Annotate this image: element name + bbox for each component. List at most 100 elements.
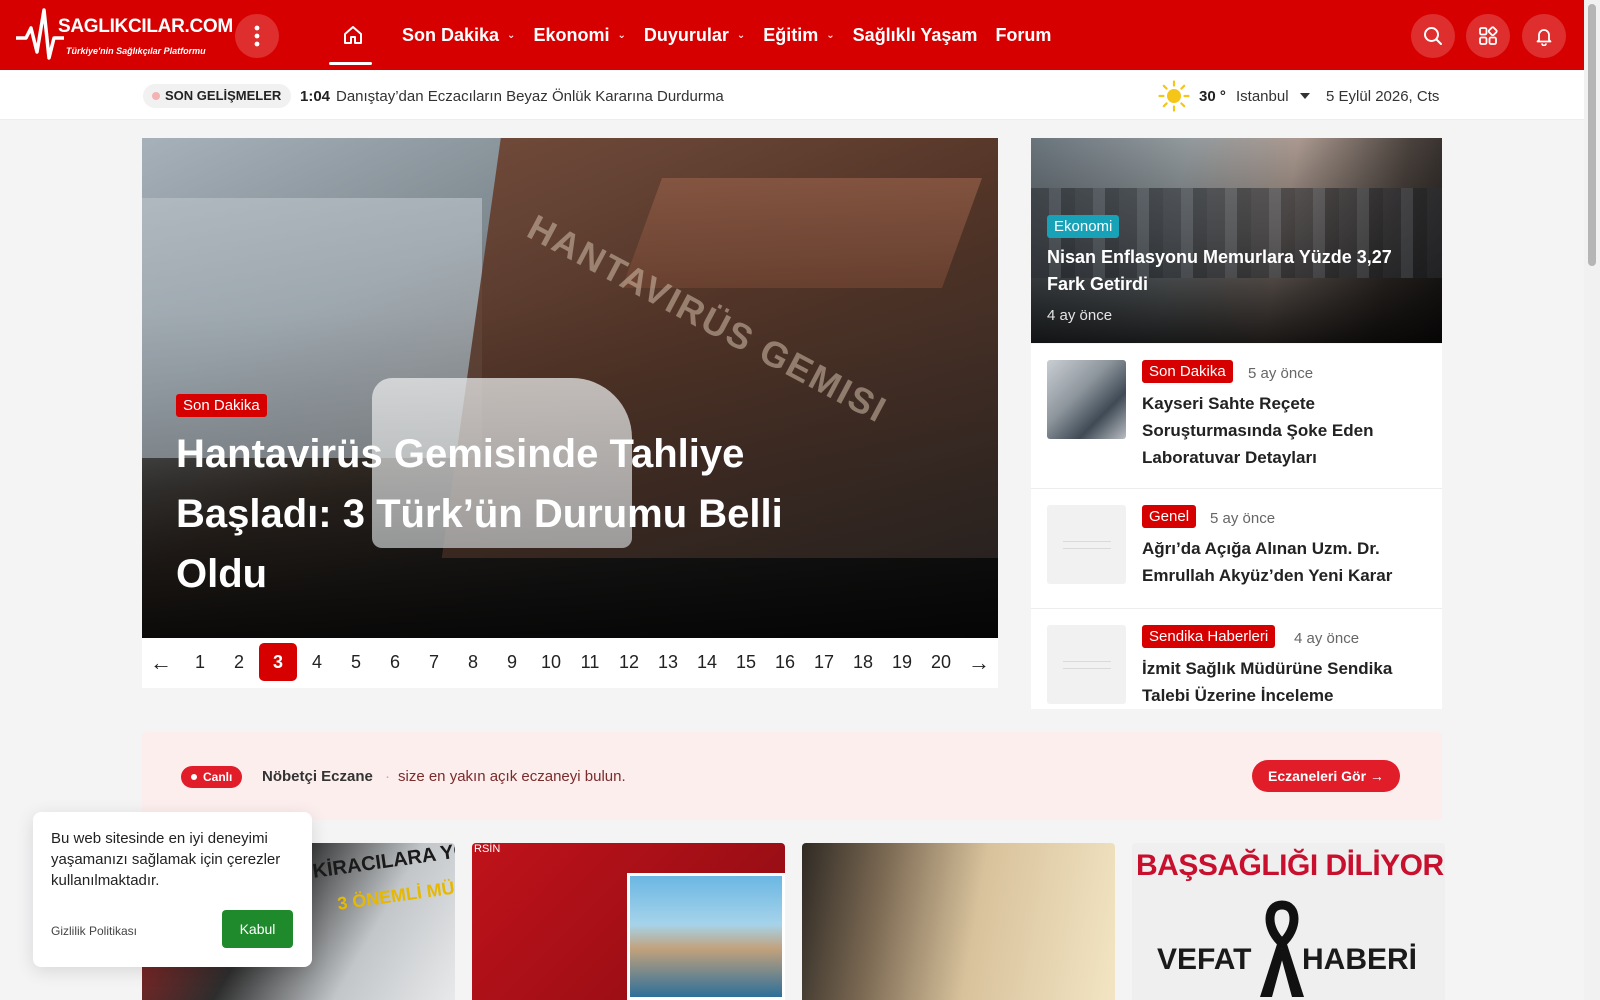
chevron-down-icon: ⌄ xyxy=(826,29,835,41)
current-date: 5 Eylül 2026, Cts xyxy=(1326,88,1440,105)
home-button[interactable] xyxy=(333,22,373,48)
page-12[interactable]: 12 xyxy=(610,643,648,681)
privacy-policy-link[interactable]: Gizlilik Politikası xyxy=(51,924,137,938)
nav-label: Sağlıklı Yaşam xyxy=(852,24,978,45)
news-thumbnail-placeholder[interactable] xyxy=(1047,505,1126,584)
ticker-time: 1:04 xyxy=(300,88,331,105)
live-dot-icon xyxy=(191,774,197,780)
page-13[interactable]: 13 xyxy=(649,643,687,681)
page-19[interactable]: 19 xyxy=(883,643,921,681)
list-item[interactable]: Son Dakika 5 ay önce Kayseri Sahte Reçet… xyxy=(1031,344,1442,489)
nav-label: Forum xyxy=(995,24,1052,45)
page-17[interactable]: 17 xyxy=(805,643,843,681)
site-logo[interactable]: SAGLIKCILAR.COM Türkiye'nin Sağlıkçılar … xyxy=(16,6,233,64)
nav-label: Duyurular xyxy=(643,24,729,45)
news-card[interactable]: BAŞSAĞLIĞI DİLİYORUZ VEFAT HABERİ xyxy=(1132,843,1445,1000)
logo-text: SAGLIKCILAR.COM xyxy=(58,16,233,37)
more-menu-button[interactable] xyxy=(235,14,279,58)
chevron-down-icon: ⌄ xyxy=(736,29,746,41)
page-14[interactable]: 14 xyxy=(688,643,726,681)
card-image-text: RSİN xyxy=(474,843,501,855)
search-button[interactable] xyxy=(1411,14,1455,58)
card-image-text: BAŞSAĞLIĞI DİLİYORUZ xyxy=(1136,849,1445,882)
cookie-consent: Bu web sitesinde en iyi deneyimi yaşaman… xyxy=(33,812,312,967)
pharmacy-description: size en yakın açık eczaneyi bulun. xyxy=(398,768,626,785)
news-title[interactable]: Kayseri Sahte Reçete Soruşturmasında Şok… xyxy=(1142,390,1412,471)
page-6[interactable]: 6 xyxy=(376,643,414,681)
page-11[interactable]: 11 xyxy=(571,643,609,681)
accept-cookies-button[interactable]: Kabul xyxy=(222,910,293,948)
bell-icon xyxy=(1536,29,1552,46)
page-2[interactable]: 2 xyxy=(220,643,258,681)
news-time: 5 ay önce xyxy=(1248,365,1314,382)
page-15[interactable]: 15 xyxy=(727,643,765,681)
weather-city-select[interactable]: Istanbul xyxy=(1236,88,1289,105)
ticker-headline[interactable]: Danıştay’dan Eczacıların Beyaz Önlük Kar… xyxy=(336,88,724,105)
live-badge-label: Canlı xyxy=(203,770,233,784)
page-18[interactable]: 18 xyxy=(844,643,882,681)
hero-image-deck xyxy=(621,178,983,288)
live-dot-icon xyxy=(152,92,160,100)
news-time: 5 ay önce xyxy=(1210,510,1276,527)
page-4[interactable]: 4 xyxy=(298,643,336,681)
side-feature-time: 4 ay önce xyxy=(1047,307,1113,324)
hero-pagination: ← 1 2 3 4 5 6 7 8 9 10 11 12 13 14 15 16… xyxy=(142,638,998,688)
scrollbar-thumb[interactable] xyxy=(1588,4,1596,266)
page-10[interactable]: 10 xyxy=(532,643,570,681)
more-vertical-icon xyxy=(254,25,260,47)
page-9[interactable]: 9 xyxy=(493,643,531,681)
nav-item-son-dakika[interactable]: Son Dakika ⌄ xyxy=(402,25,515,46)
nav-label: Son Dakika xyxy=(402,24,500,45)
breaking-badge: SON GELİŞMELER xyxy=(143,84,292,108)
home-active-indicator xyxy=(329,62,372,65)
search-icon xyxy=(1424,27,1442,45)
news-title[interactable]: Ağrı’da Açığa Alınan Uzm. Dr. Emrullah A… xyxy=(1142,535,1412,589)
list-item[interactable]: Sendika Haberleri 4 ay önce İzmit Sağlık… xyxy=(1031,609,1442,709)
chevron-down-icon: ⌄ xyxy=(617,29,626,41)
hero-category-badge[interactable]: Son Dakika xyxy=(176,394,267,417)
side-feature-title[interactable]: Nisan Enflasyonu Memurlara Yüzde 3,27 Fa… xyxy=(1047,244,1427,298)
sun-icon xyxy=(1158,80,1190,112)
side-feature-card[interactable]: Ekonomi Nisan Enflasyonu Memurlara Yüzde… xyxy=(1031,138,1442,343)
arrow-right-icon[interactable]: → xyxy=(968,650,990,676)
page-3-active[interactable]: 3 xyxy=(259,643,297,681)
separator: · xyxy=(385,768,390,785)
news-category-badge[interactable]: Genel xyxy=(1142,505,1197,528)
notifications-button[interactable] xyxy=(1522,14,1566,58)
nav-item-duyurular[interactable]: Duyurular ⌄ xyxy=(644,25,745,46)
news-title[interactable]: İzmit Sağlık Müdürüne Sendika Talebi Üze… xyxy=(1142,655,1412,709)
cookie-message: Bu web sitesinde en iyi deneyimi yaşaman… xyxy=(51,830,281,889)
page-7[interactable]: 7 xyxy=(415,643,453,681)
news-thumbnail-placeholder[interactable] xyxy=(1047,625,1126,704)
news-card[interactable] xyxy=(802,843,1115,1000)
breaking-badge-label: SON GELİŞMELER xyxy=(165,88,282,103)
home-icon xyxy=(344,26,362,44)
caret-down-icon[interactable] xyxy=(1300,93,1310,99)
nav-item-forum[interactable]: Forum xyxy=(995,25,1051,46)
hero-title[interactable]: Hantavirüs Gemisinde Tahliye Başladı: 3 … xyxy=(176,424,856,604)
page-20[interactable]: 20 xyxy=(922,643,960,681)
arrow-left-icon[interactable]: ← xyxy=(150,650,172,676)
apps-button[interactable] xyxy=(1466,14,1510,58)
list-item[interactable]: Genel 5 ay önce Ağrı’da Açığa Alınan Uzm… xyxy=(1031,489,1442,609)
nav-item-saglikli-yasam[interactable]: Sağlıklı Yaşam xyxy=(853,25,978,46)
see-pharmacies-button[interactable]: Eczaneleri Gör → xyxy=(1252,760,1400,792)
nav-item-egitim[interactable]: Eğitim ⌄ xyxy=(763,25,834,46)
page-1[interactable]: 1 xyxy=(181,643,219,681)
side-news-list: Son Dakika 5 ay önce Kayseri Sahte Reçet… xyxy=(1031,344,1442,709)
site-header: SAGLIKCILAR.COM Türkiye'nin Sağlıkçılar … xyxy=(0,0,1584,70)
card-image-text: VEFAT xyxy=(1157,943,1252,976)
news-card[interactable]: RSİN xyxy=(472,843,785,1000)
side-feature-category[interactable]: Ekonomi xyxy=(1047,215,1120,238)
news-thumbnail[interactable] xyxy=(1047,360,1126,439)
news-category-badge[interactable]: Sendika Haberleri xyxy=(1142,625,1276,648)
news-time: 4 ay önce xyxy=(1294,630,1360,647)
nav-item-ekonomi[interactable]: Ekonomi ⌄ xyxy=(533,25,625,46)
page-5[interactable]: 5 xyxy=(337,643,375,681)
page-16[interactable]: 16 xyxy=(766,643,804,681)
card-image-text: KİRACILARA YÖNE xyxy=(311,843,455,883)
news-category-badge[interactable]: Son Dakika xyxy=(1142,360,1233,383)
main-nav: Son Dakika ⌄ Ekonomi ⌄ Duyurular ⌄ Eğiti… xyxy=(402,0,1069,70)
page-scrollbar[interactable] xyxy=(1584,0,1600,1000)
page-8[interactable]: 8 xyxy=(454,643,492,681)
